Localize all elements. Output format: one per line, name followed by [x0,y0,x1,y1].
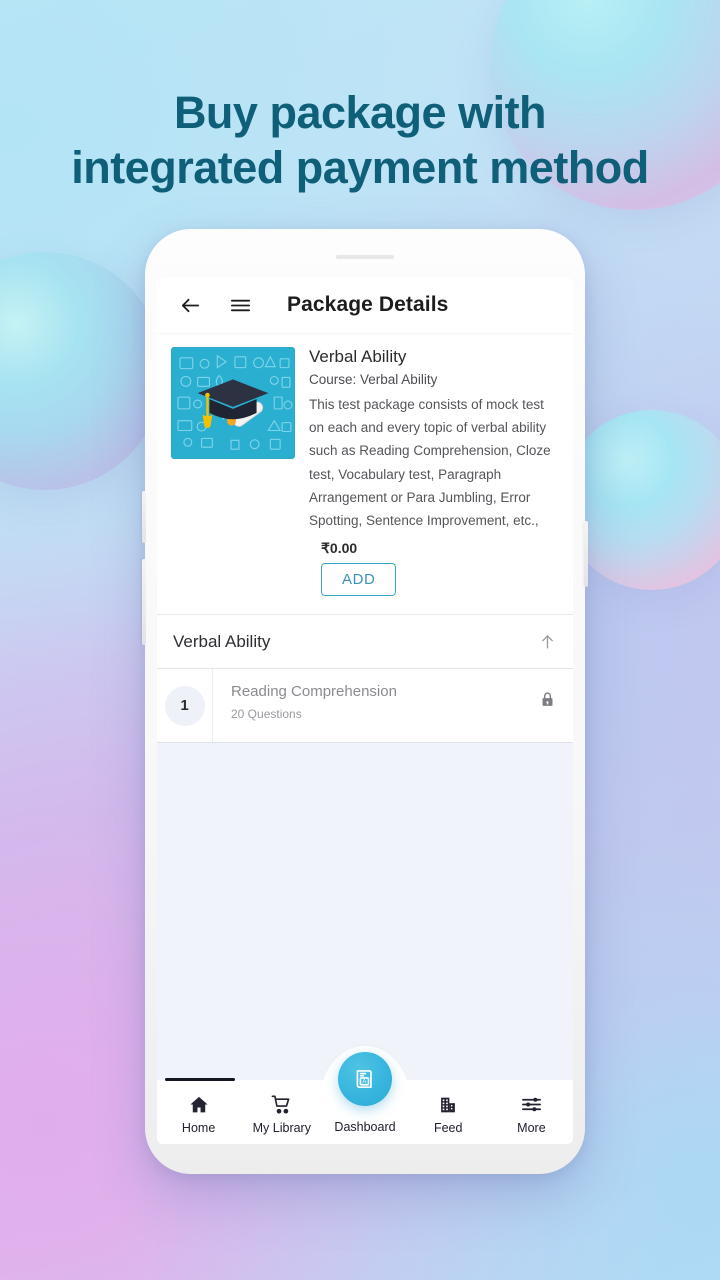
row-number-cell: 1 [157,669,213,743]
content-empty-area [157,743,573,1080]
bottom-navigation-bar: A Home My Library Dashboard Feed More [157,1046,573,1144]
row-content: Reading Comprehension 20 Questions [213,669,521,742]
phone-mockup: Package Details Verbal Ability Course: V… [142,229,588,1174]
package-course: Course: Verbal Ability [309,372,438,387]
package-thumbnail [171,347,295,459]
package-description: This test package consists of mock test … [309,397,551,529]
phone-speaker [336,255,394,259]
nav-item-home[interactable]: Home [157,1094,240,1135]
headline-line-2: integrated payment method [71,141,649,193]
building-icon [437,1094,459,1116]
section-header-verbal-ability[interactable]: Verbal Ability [157,615,573,670]
sliders-icon [520,1094,543,1116]
nav-label: Feed [433,1120,463,1135]
add-button[interactable]: ADD [321,563,397,597]
phone-power-button [584,521,588,587]
cart-icon [270,1094,293,1116]
phone-volume-up-button [142,491,146,543]
nav-item-feed[interactable]: Feed [407,1094,490,1135]
nav-label: Home [181,1120,216,1135]
package-detail-card: Verbal Ability Course: Verbal Ability Th… [157,333,573,616]
phone-screen: Package Details Verbal Ability Course: V… [157,277,573,1144]
package-title: Verbal Ability [309,347,407,366]
lock-icon [521,669,573,742]
package-price: ₹0.00 [321,540,358,557]
table-row[interactable]: 1 Reading Comprehension 20 Questions [157,669,573,744]
arrow-up-icon[interactable] [538,632,557,651]
page-headline: Buy package with integrated payment meth… [0,86,720,196]
app-bar: Package Details [157,277,573,333]
nav-item-more[interactable]: More [490,1094,573,1135]
nav-item-my-library[interactable]: My Library [240,1094,323,1135]
arrow-left-icon[interactable] [173,288,207,322]
nav-label: More [517,1120,546,1135]
package-info: Verbal Ability Course: Verbal Ability Th… [309,347,559,597]
nav-label: Dashboard [334,1120,396,1134]
phone-volume-down-button [142,559,146,645]
row-title: Reading Comprehension [231,683,397,701]
page-title: Package Details [287,293,449,316]
row-subtitle: 20 Questions [231,707,302,722]
section-title: Verbal Ability [173,631,271,651]
book-a-icon[interactable]: A [338,1052,392,1106]
home-icon [188,1094,210,1116]
headline-line-1: Buy package with [173,87,547,138]
hamburger-menu-icon[interactable] [223,288,257,322]
nav-label: My Library [252,1120,311,1135]
row-number: 1 [164,685,205,726]
home-indicator [165,1078,235,1081]
